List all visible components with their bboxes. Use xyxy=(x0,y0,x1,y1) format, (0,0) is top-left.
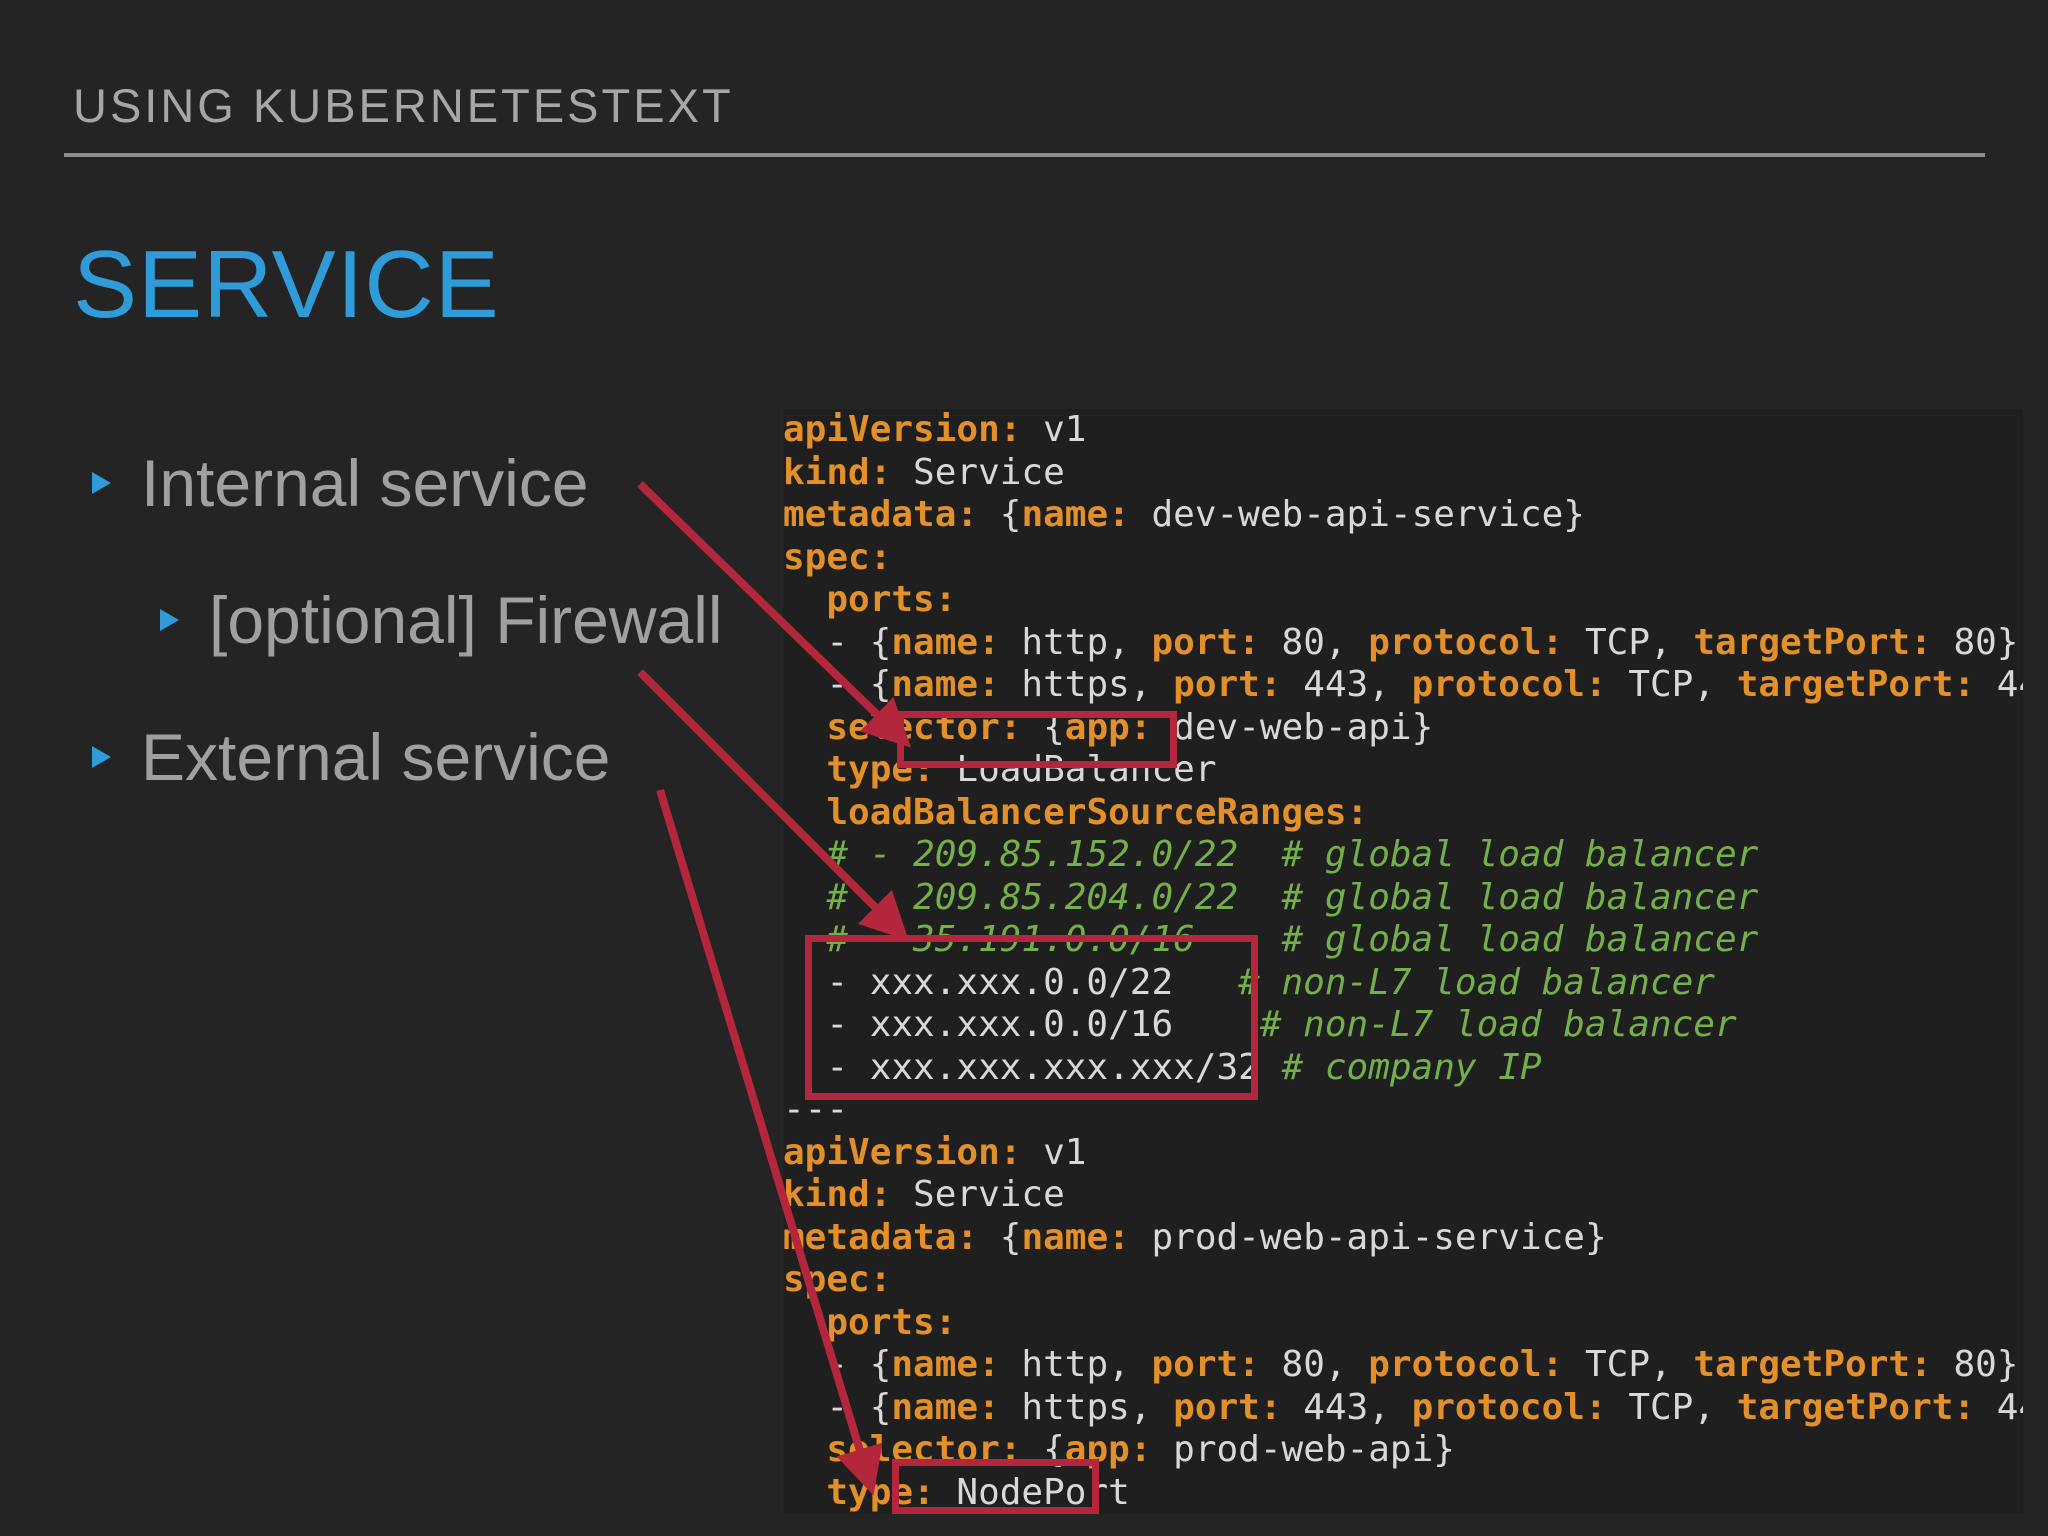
arrow-firewall-to-ranges xyxy=(637,669,909,941)
arrow-internal-to-selector xyxy=(637,481,912,748)
annotation-arrows xyxy=(637,481,912,1496)
arrow-external-to-nodeport xyxy=(656,788,883,1496)
